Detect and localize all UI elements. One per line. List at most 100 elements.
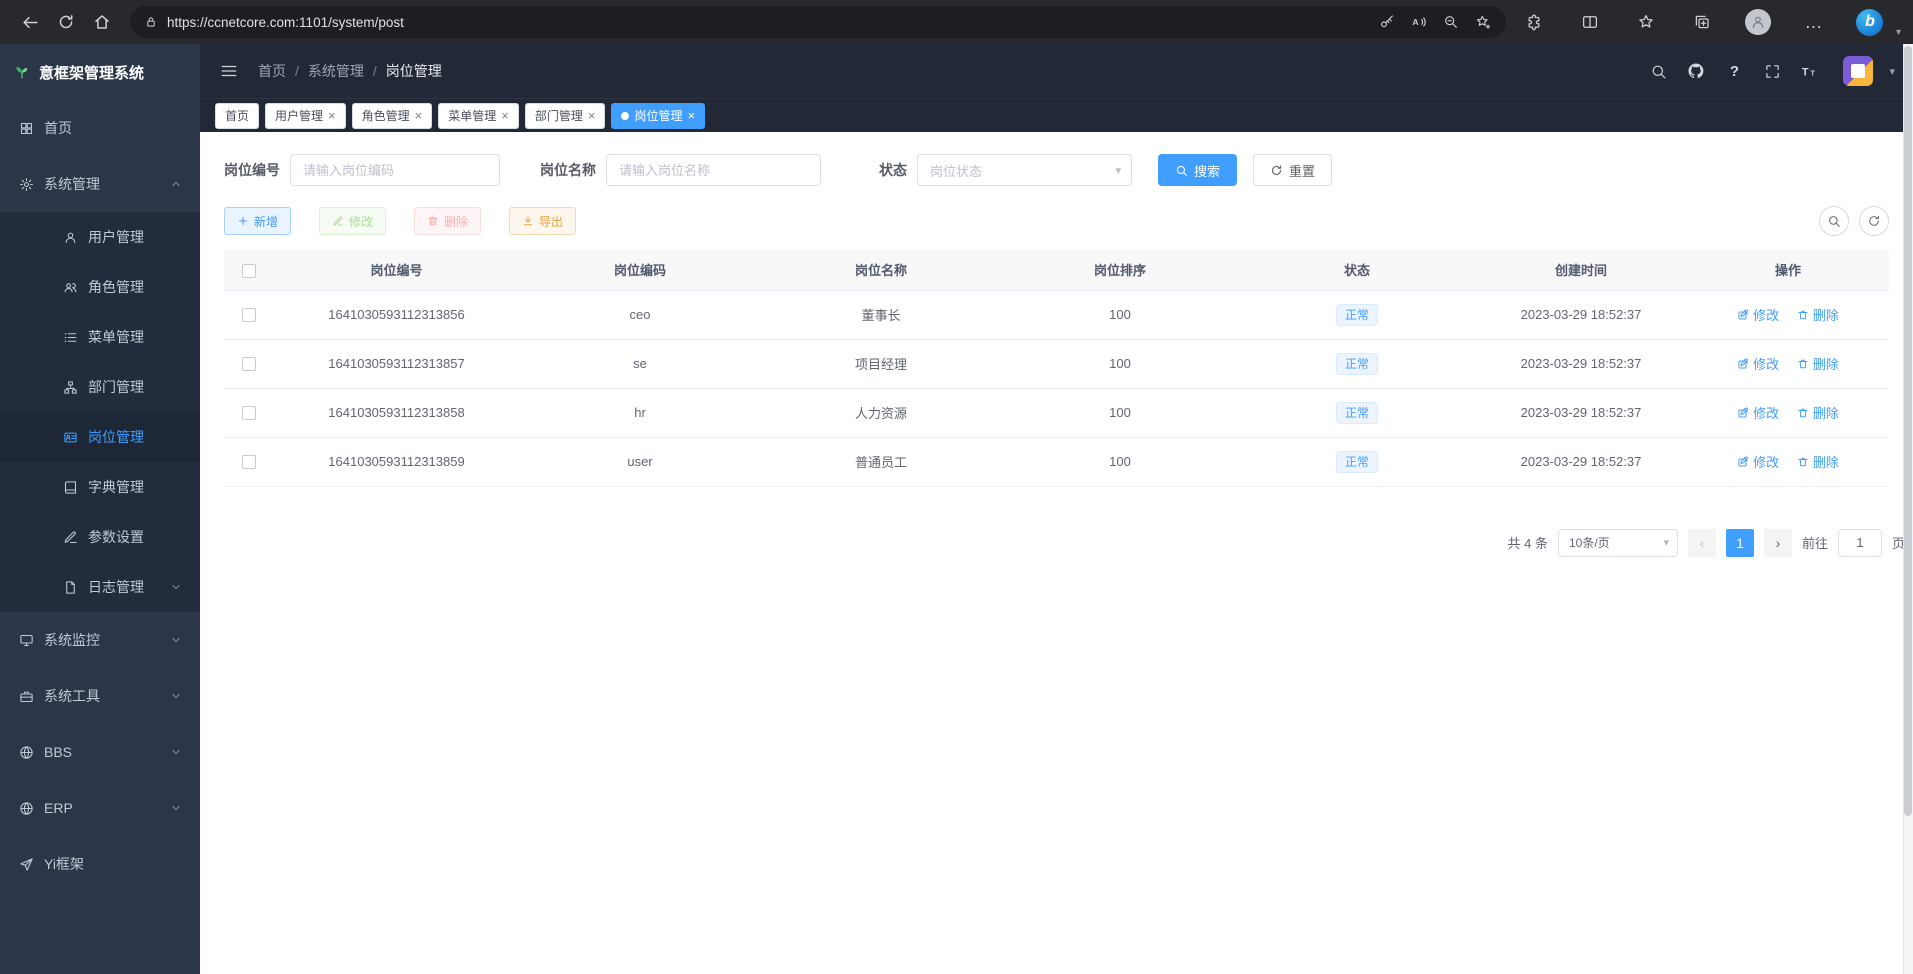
cell-post-sort: 100 [1001,388,1239,437]
row-delete-link[interactable]: 删除 [1797,305,1839,324]
cell-post-sort: 100 [1001,437,1239,486]
avatar-caret-icon[interactable]: ▾ [1889,65,1895,78]
row-delete-link[interactable]: 删除 [1797,354,1839,373]
sidebar-item-user-mgmt[interactable]: 用户管理 [0,212,200,262]
sidebar-item-erp[interactable]: ERP [0,780,200,836]
tab-dept-mgmt[interactable]: 部门管理 × [525,103,606,129]
page-scrollbar[interactable] [1903,44,1913,974]
row-edit-link[interactable]: 修改 [1737,403,1779,422]
close-icon[interactable]: × [415,109,423,122]
browser-home-button[interactable] [84,4,120,40]
close-icon[interactable]: × [501,109,509,122]
help-question-icon[interactable]: ? [1723,60,1745,82]
sidebar-item-dict-mgmt[interactable]: 字典管理 [0,462,200,512]
browser-menu-icon[interactable]: … [1796,4,1832,40]
tab-role-mgmt[interactable]: 角色管理 × [352,103,433,129]
row-checkbox[interactable] [242,357,256,371]
close-icon[interactable]: × [328,109,336,122]
tab-post-mgmt[interactable]: 岗位管理 × [611,103,705,129]
sidebar-item-monitor[interactable]: 系统监控 [0,612,200,668]
tab-menu-mgmt[interactable]: 菜单管理 × [438,103,519,129]
font-size-icon[interactable]: TT [1799,60,1821,82]
sidebar-item-log-mgmt[interactable]: 日志管理 [0,562,200,612]
export-button[interactable]: 导出 [509,207,576,235]
table-row: 1641030593112313856 ceo 董事长 100 正常 2023-… [224,290,1889,339]
edit-button[interactable]: 修改 [319,207,386,235]
refresh-table-button[interactable] [1859,206,1889,236]
sidebar-item-param-settings[interactable]: 参数设置 [0,512,200,562]
row-checkbox[interactable] [242,455,256,469]
sidebar-item-menu-mgmt[interactable]: 菜单管理 [0,312,200,362]
sidebar-item-system-mgmt[interactable]: 系统管理 [0,156,200,212]
breadcrumb-home[interactable]: 首页 [258,61,286,81]
col-post-id: 岗位编号 [274,250,519,290]
sidebar-item-home[interactable]: 首页 [0,100,200,156]
tab-home[interactable]: 首页 [215,103,259,129]
add-button[interactable]: 新增 [224,207,291,235]
cell-post-code: ceo [519,290,761,339]
row-edit-link[interactable]: 修改 [1737,354,1779,373]
add-favorite-star-icon[interactable] [1468,7,1498,37]
favorites-star-icon[interactable] [1628,4,1664,40]
next-page-button[interactable]: › [1764,529,1792,557]
row-delete-link[interactable]: 删除 [1797,452,1839,471]
lock-icon[interactable] [144,15,158,29]
filter-bar: 岗位编号 岗位名称 状态 岗位状态 ▾ 搜索 重置 [224,154,1889,186]
close-icon[interactable]: × [588,109,596,122]
close-icon[interactable]: × [687,109,695,122]
cell-post-name: 项目经理 [761,339,1001,388]
app-logo[interactable]: 意框架管理系统 [0,44,200,100]
delete-button[interactable]: 删除 [414,207,481,235]
goto-page-input[interactable] [1838,529,1882,557]
row-edit-link[interactable]: 修改 [1737,452,1779,471]
sidebar-item-post-mgmt[interactable]: 岗位管理 [0,412,200,462]
tab-user-mgmt[interactable]: 用户管理 × [265,103,346,129]
sidebar-item-tools[interactable]: 系统工具 [0,668,200,724]
browser-back-button[interactable] [12,4,48,40]
browser-refresh-button[interactable] [48,4,84,40]
globe-icon [18,744,34,760]
collections-icon[interactable] [1684,4,1720,40]
github-icon[interactable] [1685,60,1707,82]
address-bar[interactable]: https://ccnetcore.com:1101/system/post A [130,6,1506,38]
app-header: 首页 / 系统管理 / 岗位管理 ? TT [200,44,1913,98]
post-code-input[interactable] [290,154,500,186]
sidebar-toggle-icon[interactable] [218,60,240,82]
row-checkbox[interactable] [242,406,256,420]
cell-post-id: 1641030593112313858 [274,388,519,437]
sidebar-item-yi-framework[interactable]: Yi框架 [0,836,200,892]
post-name-label: 岗位名称 [540,160,596,180]
row-checkbox[interactable] [242,308,256,322]
search-button[interactable]: 搜索 [1158,154,1237,186]
zoom-out-icon[interactable] [1436,7,1466,37]
select-all-checkbox[interactable] [242,264,256,278]
sidebar-item-dept-mgmt[interactable]: 部门管理 [0,362,200,412]
password-key-icon[interactable] [1372,7,1402,37]
table-row: 1641030593112313859 user 普通员工 100 正常 202… [224,437,1889,486]
row-edit-link[interactable]: 修改 [1737,305,1779,324]
profile-avatar[interactable] [1740,4,1776,40]
split-screen-icon[interactable] [1572,4,1608,40]
bing-copilot-icon[interactable]: b [1852,4,1888,40]
scrollbar-thumb[interactable] [1904,46,1912,816]
read-aloud-icon[interactable]: A [1404,7,1434,37]
page-size-select[interactable]: 10条/页 ▾ [1558,529,1678,557]
sidebar-item-bbs[interactable]: BBS [0,724,200,780]
prev-page-button[interactable]: ‹ [1688,529,1716,557]
chevron-down-icon[interactable]: ▾ [1896,27,1901,40]
url-text[interactable]: https://ccnetcore.com:1101/system/post [167,15,1363,30]
row-delete-link[interactable]: 删除 [1797,403,1839,422]
cell-post-name: 普通员工 [761,437,1001,486]
page-1-button[interactable]: 1 [1726,529,1754,557]
header-search-icon[interactable] [1647,60,1669,82]
user-avatar[interactable] [1843,56,1873,86]
breadcrumb-separator: / [373,63,377,79]
sidebar-item-role-mgmt[interactable]: 角色管理 [0,262,200,312]
status-select[interactable]: 岗位状态 ▾ [917,154,1132,186]
show-search-button[interactable] [1819,206,1849,236]
reset-button[interactable]: 重置 [1253,154,1332,186]
breadcrumb-system[interactable]: 系统管理 [308,61,364,81]
fullscreen-icon[interactable] [1761,60,1783,82]
extensions-puzzle-icon[interactable] [1516,4,1552,40]
post-name-input[interactable] [606,154,821,186]
